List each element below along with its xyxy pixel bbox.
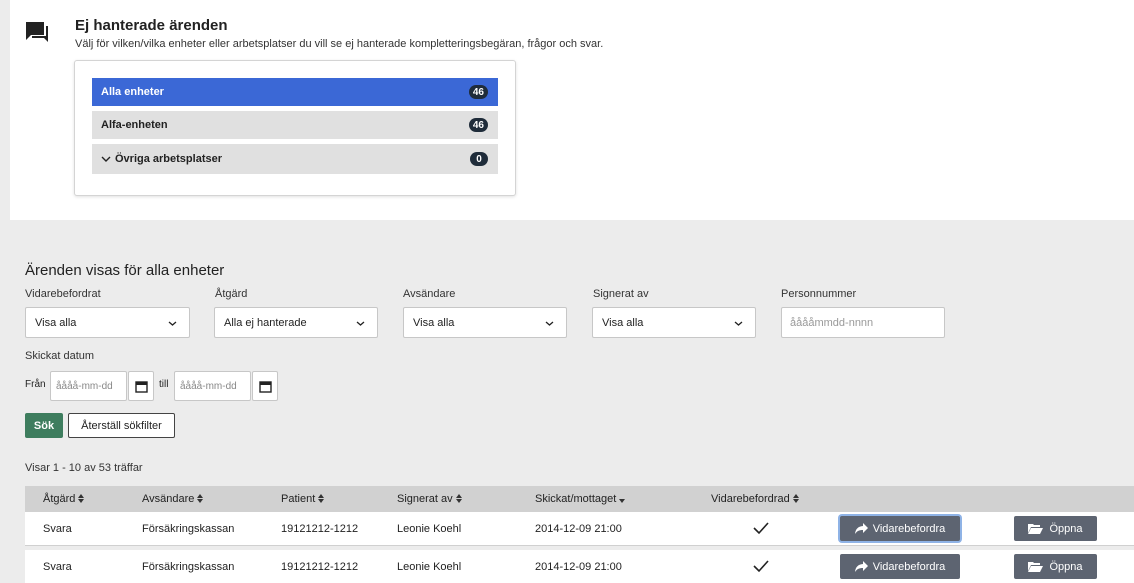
folder-open-icon xyxy=(1028,524,1044,534)
cell-action: Svara xyxy=(43,561,72,573)
checkmark-icon xyxy=(753,522,769,535)
page-title: Ej hanterade ärenden xyxy=(75,17,228,34)
filter-label-signed-by: Signerat av xyxy=(593,288,649,300)
select-value: Visa alla xyxy=(602,316,644,329)
chat-icon xyxy=(26,22,48,42)
unit-item-label: Alla enheter xyxy=(101,86,164,98)
select-value: Visa alla xyxy=(413,316,455,329)
share-arrow-icon xyxy=(854,561,868,572)
cell-signed-by: Leonie Koehl xyxy=(397,523,462,535)
filter-label-sender: Avsändare xyxy=(403,288,456,300)
share-arrow-icon xyxy=(854,523,868,534)
sort-desc-icon xyxy=(619,499,626,503)
table-row: Svara Försäkringskassan 19121212-1212 Le… xyxy=(25,550,1134,583)
unit-item-all[interactable]: Alla enheter 46 xyxy=(92,78,498,106)
column-header-action[interactable]: Åtgärd xyxy=(43,493,85,505)
section-title: Ärenden visas för alla enheter xyxy=(25,262,225,279)
cell-sent: 2014-12-09 21:00 xyxy=(535,561,622,573)
chevron-down-icon xyxy=(356,321,365,326)
count-badge: 46 xyxy=(468,118,488,132)
unit-item-alfa[interactable]: Alfa-enheten 46 xyxy=(92,111,498,139)
sort-icon xyxy=(792,494,799,503)
forwarded-select[interactable]: Visa alla xyxy=(25,307,190,338)
date-from-calendar-button[interactable] xyxy=(128,371,154,401)
search-button[interactable]: Sök xyxy=(25,413,63,438)
calendar-icon xyxy=(258,380,272,393)
sort-icon xyxy=(318,494,325,503)
folder-open-icon xyxy=(1028,562,1044,572)
column-header-sent[interactable]: Skickat/mottaget xyxy=(535,493,626,505)
column-header-forwarded[interactable]: Vidarebefordrad xyxy=(711,493,799,505)
date-from-input[interactable]: åååå-mm-dd xyxy=(50,371,127,401)
results-count: Visar 1 - 10 av 53 träffar xyxy=(25,462,143,474)
cell-sent: 2014-12-09 21:00 xyxy=(535,523,622,535)
cell-action: Svara xyxy=(43,523,72,535)
chevron-down-icon xyxy=(734,321,743,326)
unit-item-label: Alfa-enheten xyxy=(101,119,168,131)
column-header-patient[interactable]: Patient xyxy=(281,493,325,505)
cell-patient: 19121212-1212 xyxy=(281,561,359,573)
cell-sender: Försäkringskassan xyxy=(142,561,235,573)
date-to-input[interactable]: åååå-mm-dd xyxy=(174,371,251,401)
from-label: Från xyxy=(25,379,46,390)
unit-list: Alla enheter 46 Alfa-enheten 46 Övriga a… xyxy=(74,60,516,196)
page-subtitle: Välj för vilken/vilka enheter eller arbe… xyxy=(75,38,604,50)
forward-button[interactable]: Vidarebefordra xyxy=(840,516,960,541)
to-label: till xyxy=(159,379,169,390)
personal-number-input[interactable]: ååååmmdd-nnnn xyxy=(781,307,945,338)
unit-item-label: Övriga arbetsplatser xyxy=(115,153,222,165)
sent-date-label: Skickat datum xyxy=(25,350,95,362)
calendar-icon xyxy=(134,380,148,393)
chevron-down-icon xyxy=(545,321,554,326)
action-select[interactable]: Alla ej hanterade xyxy=(214,307,378,338)
date-to-calendar-button[interactable] xyxy=(252,371,278,401)
signed-by-select[interactable]: Visa alla xyxy=(592,307,756,338)
chevron-down-icon xyxy=(168,321,177,326)
open-button[interactable]: Öppna xyxy=(1014,554,1097,579)
open-button[interactable]: Öppna xyxy=(1014,516,1097,541)
select-value: Visa alla xyxy=(35,316,77,329)
sort-icon xyxy=(455,494,462,503)
cell-signed-by: Leonie Koehl xyxy=(397,561,462,573)
reset-filter-button[interactable]: Återställ sökfilter xyxy=(68,413,175,438)
column-header-signed-by[interactable]: Signerat av xyxy=(397,493,462,505)
column-header-sender[interactable]: Avsändare xyxy=(142,493,204,505)
unit-selector-panel: Ej hanterade ärenden Välj för vilken/vil… xyxy=(10,0,1134,220)
filter-label-personal-number: Personnummer xyxy=(781,288,857,300)
count-badge: 0 xyxy=(470,152,488,166)
chevron-down-icon xyxy=(101,156,111,162)
select-value: Alla ej hanterade xyxy=(224,316,307,329)
sort-icon xyxy=(197,494,204,503)
sender-select[interactable]: Visa alla xyxy=(403,307,567,338)
filter-label-action: Åtgärd xyxy=(215,288,248,300)
filter-label-forwarded: Vidarebefordrat xyxy=(25,288,101,300)
checkmark-icon xyxy=(753,560,769,573)
cell-sender: Försäkringskassan xyxy=(142,523,235,535)
table-row: Svara Försäkringskassan 19121212-1212 Le… xyxy=(25,512,1134,546)
forward-button[interactable]: Vidarebefordra xyxy=(840,554,960,579)
table-header: Åtgärd Avsändare Patient Signerat av Ski… xyxy=(25,486,1134,512)
count-badge: 46 xyxy=(468,85,488,99)
unit-item-other-workplaces[interactable]: Övriga arbetsplatser 0 xyxy=(92,144,498,174)
cell-patient: 19121212-1212 xyxy=(281,523,359,535)
sort-icon xyxy=(78,494,85,503)
